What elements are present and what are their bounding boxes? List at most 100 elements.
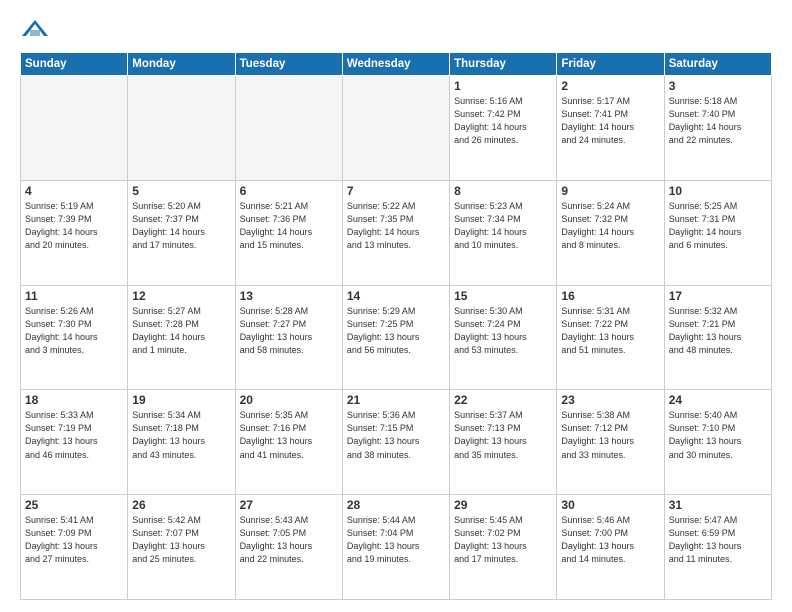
day-info: Sunrise: 5:23 AM Sunset: 7:34 PM Dayligh… [454,200,552,252]
day-number: 18 [25,393,123,407]
day-cell: 13Sunrise: 5:28 AM Sunset: 7:27 PM Dayli… [235,285,342,390]
day-info: Sunrise: 5:26 AM Sunset: 7:30 PM Dayligh… [25,305,123,357]
day-info: Sunrise: 5:37 AM Sunset: 7:13 PM Dayligh… [454,409,552,461]
day-cell: 6Sunrise: 5:21 AM Sunset: 7:36 PM Daylig… [235,180,342,285]
week-row-5: 25 Sunrise: 5:41 AM Sunset: 7:09 PM Dayli… [21,495,772,600]
day-info: Sunrise: 5:17 AM Sunset: 7:41 PM Dayligh… [561,95,659,147]
day-number: 24 [669,393,767,407]
day-cell: 10 Sunrise: 5:25 AM Sunset: 7:31 PM Dayli… [664,180,771,285]
day-cell [21,76,128,181]
day-cell: 11 Sunrise: 5:26 AM Sunset: 7:30 PM Dayli… [21,285,128,390]
day-info: Sunrise: 5:30 AM Sunset: 7:24 PM Dayligh… [454,305,552,357]
day-cell: 4 Sunrise: 5:19 AM Sunset: 7:39 PM Daylig… [21,180,128,285]
logo-icon [20,18,50,42]
day-info: Sunrise: 5:20 AM Sunset: 7:37 PM Dayligh… [132,200,230,252]
day-info: Sunrise: 5:19 AM Sunset: 7:39 PM Dayligh… [25,200,123,252]
day-cell: 27 Sunrise: 5:43 AM Sunset: 7:05 PM Dayli… [235,495,342,600]
day-cell: 16 Sunrise: 5:31 AM Sunset: 7:22 PM Dayli… [557,285,664,390]
day-number: 27 [240,498,338,512]
day-cell: 12 Sunrise: 5:27 AM Sunset: 7:28 PM Dayli… [128,285,235,390]
day-info: Sunrise: 5:27 AM Sunset: 7:28 PM Dayligh… [132,305,230,357]
day-number: 15 [454,289,552,303]
day-number: 2 [561,79,659,93]
header-cell-monday: Monday [128,53,235,76]
day-info: Sunrise: 5:31 AM Sunset: 7:22 PM Dayligh… [561,305,659,357]
day-number: 9 [561,184,659,198]
day-number: 4 [25,184,123,198]
day-cell: 20 Sunrise: 5:35 AM Sunset: 7:16 PM Dayli… [235,390,342,495]
day-cell: 7 Sunrise: 5:22 AM Sunset: 7:35 PM Daylig… [342,180,449,285]
day-cell: 9 Sunrise: 5:24 AM Sunset: 7:32 PM Daylig… [557,180,664,285]
week-row-3: 11 Sunrise: 5:26 AM Sunset: 7:30 PM Dayli… [21,285,772,390]
day-number: 23 [561,393,659,407]
day-info: Sunrise: 5:34 AM Sunset: 7:18 PM Dayligh… [132,409,230,461]
header-cell-tuesday: Tuesday [235,53,342,76]
day-number: 11 [25,289,123,303]
header-cell-thursday: Thursday [450,53,557,76]
day-number: 17 [669,289,767,303]
day-info: Sunrise: 5:44 AM Sunset: 7:04 PM Dayligh… [347,514,445,566]
day-number: 12 [132,289,230,303]
day-number: 30 [561,498,659,512]
day-info: Sunrise: 5:43 AM Sunset: 7:05 PM Dayligh… [240,514,338,566]
header [20,18,772,42]
week-row-1: 1 Sunrise: 5:16 AM Sunset: 7:42 PM Daylig… [21,76,772,181]
day-cell: 21Sunrise: 5:36 AM Sunset: 7:15 PM Dayli… [342,390,449,495]
day-cell: 1 Sunrise: 5:16 AM Sunset: 7:42 PM Daylig… [450,76,557,181]
header-cell-sunday: Sunday [21,53,128,76]
day-cell: 28 Sunrise: 5:44 AM Sunset: 7:04 PM Dayli… [342,495,449,600]
calendar-header-row: SundayMondayTuesdayWednesdayThursdayFrid… [21,53,772,76]
logo [20,18,50,42]
day-number: 22 [454,393,552,407]
day-cell [235,76,342,181]
header-cell-wednesday: Wednesday [342,53,449,76]
day-number: 3 [669,79,767,93]
day-cell: 19 Sunrise: 5:34 AM Sunset: 7:18 PM Dayli… [128,390,235,495]
day-number: 29 [454,498,552,512]
day-info: Sunrise: 5:16 AM Sunset: 7:42 PM Dayligh… [454,95,552,147]
day-info: Sunrise: 5:35 AM Sunset: 7:16 PM Dayligh… [240,409,338,461]
day-number: 6 [240,184,338,198]
header-cell-friday: Friday [557,53,664,76]
day-cell: 31Sunrise: 5:47 AM Sunset: 6:59 PM Dayli… [664,495,771,600]
day-number: 21 [347,393,445,407]
day-info: Sunrise: 5:33 AM Sunset: 7:19 PM Dayligh… [25,409,123,461]
day-cell: 17 Sunrise: 5:32 AM Sunset: 7:21 PM Dayli… [664,285,771,390]
day-info: Sunrise: 5:32 AM Sunset: 7:21 PM Dayligh… [669,305,767,357]
day-number: 14 [347,289,445,303]
day-cell: 14 Sunrise: 5:29 AM Sunset: 7:25 PM Dayli… [342,285,449,390]
day-cell: 25 Sunrise: 5:41 AM Sunset: 7:09 PM Dayli… [21,495,128,600]
day-number: 13 [240,289,338,303]
day-cell: 22 Sunrise: 5:37 AM Sunset: 7:13 PM Dayli… [450,390,557,495]
day-number: 20 [240,393,338,407]
day-info: Sunrise: 5:25 AM Sunset: 7:31 PM Dayligh… [669,200,767,252]
day-number: 1 [454,79,552,93]
day-cell: 26 Sunrise: 5:42 AM Sunset: 7:07 PM Dayli… [128,495,235,600]
day-number: 28 [347,498,445,512]
day-info: Sunrise: 5:22 AM Sunset: 7:35 PM Dayligh… [347,200,445,252]
header-cell-saturday: Saturday [664,53,771,76]
day-info: Sunrise: 5:18 AM Sunset: 7:40 PM Dayligh… [669,95,767,147]
day-number: 25 [25,498,123,512]
day-info: Sunrise: 5:47 AM Sunset: 6:59 PM Dayligh… [669,514,767,566]
day-info: Sunrise: 5:24 AM Sunset: 7:32 PM Dayligh… [561,200,659,252]
page: SundayMondayTuesdayWednesdayThursdayFrid… [0,0,792,612]
week-row-2: 4 Sunrise: 5:19 AM Sunset: 7:39 PM Daylig… [21,180,772,285]
day-cell: 30Sunrise: 5:46 AM Sunset: 7:00 PM Dayli… [557,495,664,600]
day-number: 26 [132,498,230,512]
day-info: Sunrise: 5:42 AM Sunset: 7:07 PM Dayligh… [132,514,230,566]
calendar-body: 1 Sunrise: 5:16 AM Sunset: 7:42 PM Daylig… [21,76,772,600]
day-cell: 15 Sunrise: 5:30 AM Sunset: 7:24 PM Dayli… [450,285,557,390]
day-number: 7 [347,184,445,198]
day-number: 10 [669,184,767,198]
day-number: 19 [132,393,230,407]
day-info: Sunrise: 5:29 AM Sunset: 7:25 PM Dayligh… [347,305,445,357]
day-info: Sunrise: 5:45 AM Sunset: 7:02 PM Dayligh… [454,514,552,566]
day-info: Sunrise: 5:41 AM Sunset: 7:09 PM Dayligh… [25,514,123,566]
day-cell: 5Sunrise: 5:20 AM Sunset: 7:37 PM Daylig… [128,180,235,285]
day-number: 16 [561,289,659,303]
calendar-table: SundayMondayTuesdayWednesdayThursdayFrid… [20,52,772,600]
day-cell [342,76,449,181]
day-number: 8 [454,184,552,198]
day-info: Sunrise: 5:40 AM Sunset: 7:10 PM Dayligh… [669,409,767,461]
